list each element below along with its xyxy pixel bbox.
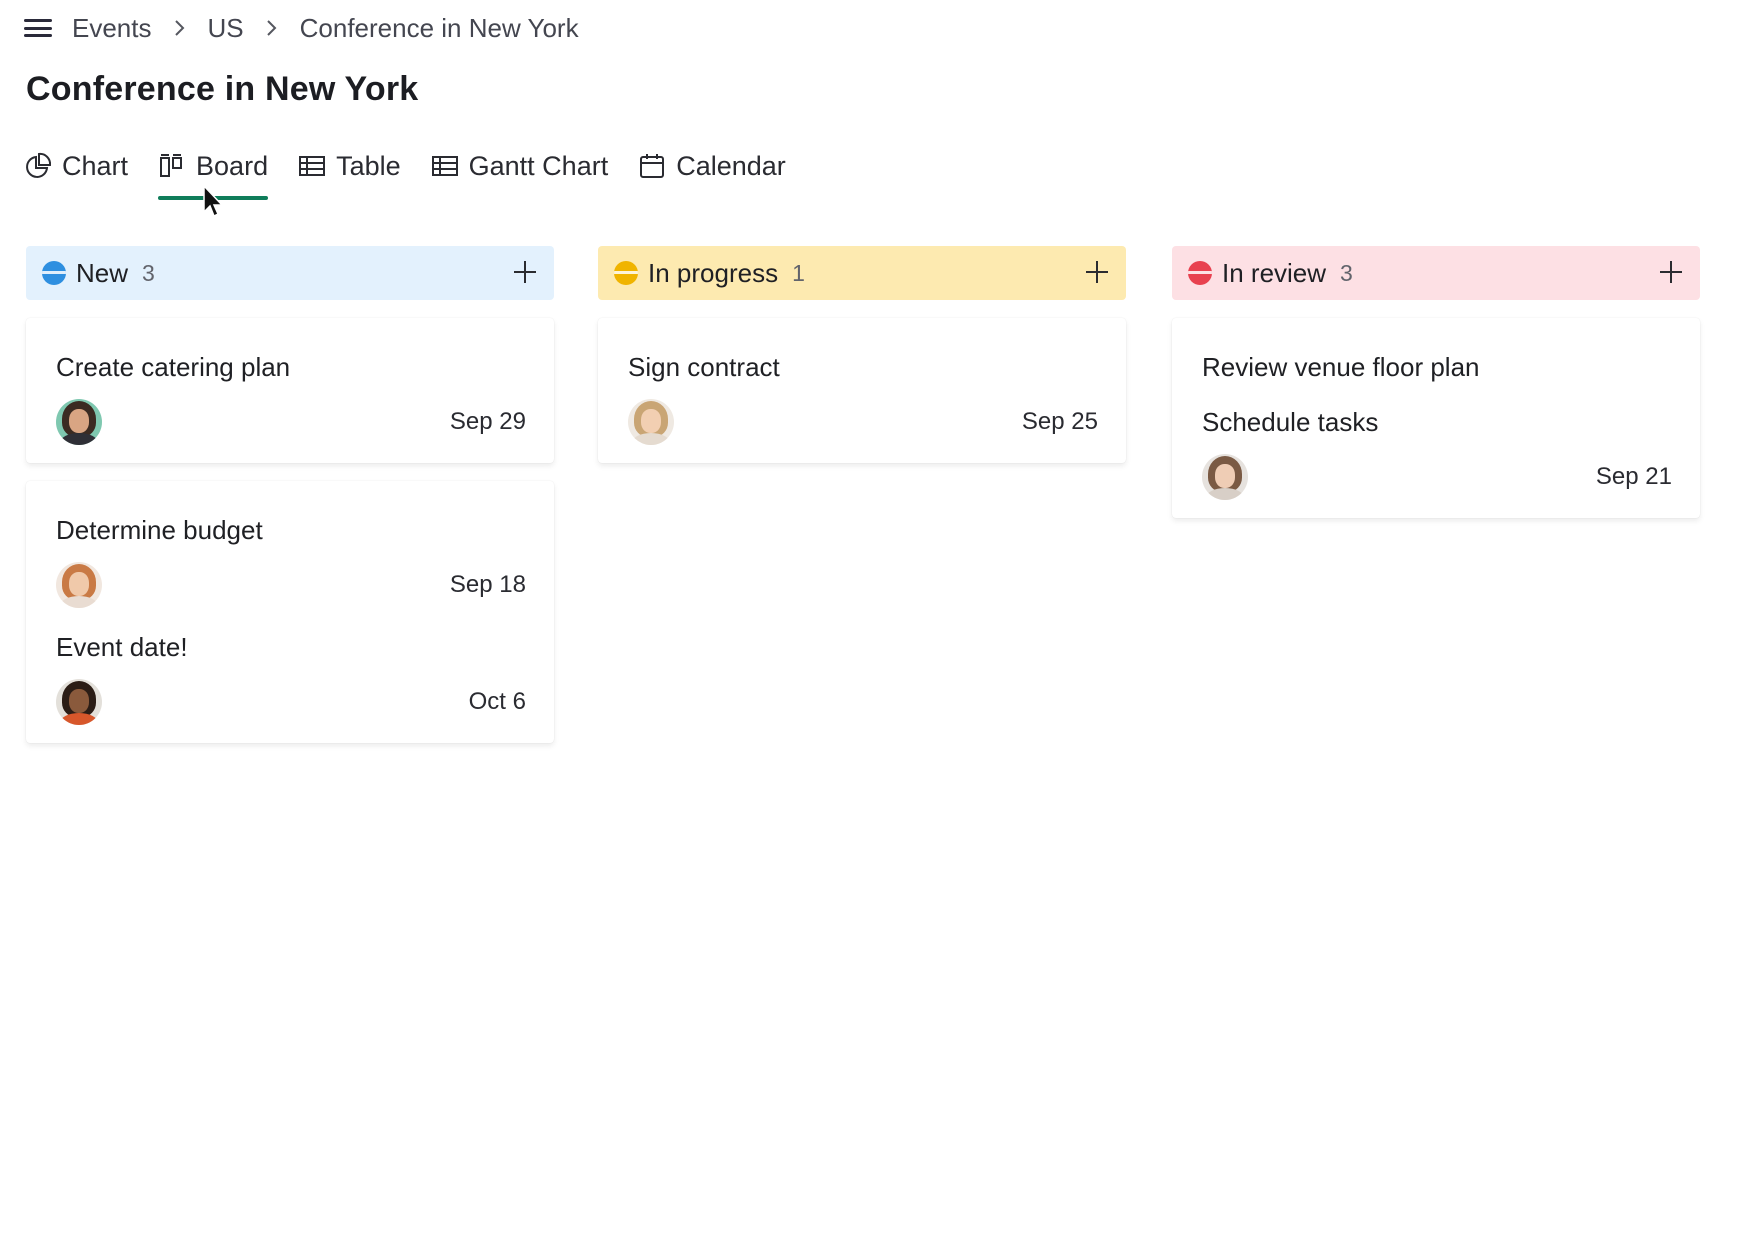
breadcrumb-events[interactable]: Events: [72, 13, 152, 44]
task-item[interactable]: Create catering plan Sep 29: [56, 332, 526, 445]
task-item[interactable]: Sign contract Sep 25: [628, 332, 1098, 445]
board-column-in-progress: In progress 1 Sign contract Sep 25: [598, 246, 1126, 463]
board-icon: [158, 152, 186, 180]
column-header: In progress 1: [598, 246, 1126, 300]
avatar: [1202, 454, 1248, 500]
chevron-right-icon: [266, 19, 278, 37]
board-column-new: New 3 Create catering plan Sep 29 Determ…: [26, 246, 554, 743]
mouse-cursor-icon: [203, 184, 224, 218]
pie-chart-icon: [24, 152, 52, 180]
task-title: Schedule tasks: [1202, 407, 1379, 437]
task-card[interactable]: Create catering plan Sep 29: [26, 318, 554, 463]
chevron-right-icon: [174, 19, 186, 37]
task-card[interactable]: Review venue floor plan Schedule tasks S…: [1172, 318, 1700, 518]
status-in-review-icon: [1188, 261, 1212, 285]
calendar-icon: [638, 152, 666, 180]
add-task-button[interactable]: [510, 257, 540, 287]
status-in-progress-icon: [614, 261, 638, 285]
board-column-in-review: In review 3 Review venue floor plan Sche…: [1172, 246, 1700, 518]
task-card[interactable]: Determine budget Sep 18 Event date! Oct …: [26, 481, 554, 743]
add-task-button[interactable]: [1656, 257, 1686, 287]
status-new-icon: [42, 261, 66, 285]
tab-chart[interactable]: Chart: [24, 146, 128, 186]
task-card[interactable]: Sign contract Sep 25: [598, 318, 1126, 463]
tab-gantt-chart[interactable]: Gantt Chart: [431, 146, 609, 186]
column-header: In review 3: [1172, 246, 1700, 300]
tab-label: Chart: [62, 150, 129, 181]
due-date: Sep 21: [1595, 463, 1672, 490]
task-item[interactable]: Determine budget Sep 18: [56, 495, 526, 608]
tab-label: Calendar: [676, 150, 786, 181]
column-title: In review: [1222, 257, 1327, 288]
task-title: Sign contract: [628, 352, 780, 382]
top-bar: Events US Conference in New York: [24, 10, 579, 46]
column-count: 1: [792, 259, 805, 286]
due-date: Sep 29: [449, 408, 526, 435]
avatar: [628, 399, 674, 445]
tab-label: Board: [196, 150, 269, 181]
avatar: [56, 562, 102, 608]
task-item[interactable]: Event date! Oct 6: [56, 608, 526, 725]
tab-calendar[interactable]: Calendar: [638, 146, 786, 186]
due-date: Sep 25: [1021, 408, 1098, 435]
task-title: Event date!: [56, 632, 188, 662]
column-title: New: [76, 257, 129, 288]
avatar: [56, 679, 102, 725]
tab-label: Gantt Chart: [468, 150, 609, 181]
column-count: 3: [142, 259, 155, 286]
tab-board[interactable]: Board: [158, 146, 269, 200]
breadcrumb-us[interactable]: US: [208, 13, 244, 44]
view-tabs: Chart Board Table Gantt Chart Calendar: [24, 146, 816, 202]
add-task-button[interactable]: [1082, 257, 1112, 287]
task-title: Review venue floor plan: [1202, 352, 1480, 382]
gantt-icon: [431, 152, 459, 180]
breadcrumb-conference[interactable]: Conference in New York: [300, 13, 579, 44]
tab-label: Table: [336, 150, 401, 181]
column-count: 3: [1340, 259, 1353, 286]
task-title: Determine budget: [56, 515, 263, 545]
menu-icon[interactable]: [24, 17, 52, 39]
due-date: Oct 6: [468, 688, 526, 715]
page-title: Conference in New York: [26, 70, 419, 108]
column-title: In progress: [648, 257, 779, 288]
task-item[interactable]: Schedule tasks Sep 21: [1202, 383, 1672, 500]
avatar: [56, 399, 102, 445]
due-date: Sep 18: [449, 571, 526, 598]
task-item[interactable]: Review venue floor plan: [1202, 332, 1672, 383]
task-title: Create catering plan: [56, 352, 291, 382]
tab-table[interactable]: Table: [298, 146, 401, 186]
table-icon: [298, 152, 326, 180]
column-header: New 3: [26, 246, 554, 300]
